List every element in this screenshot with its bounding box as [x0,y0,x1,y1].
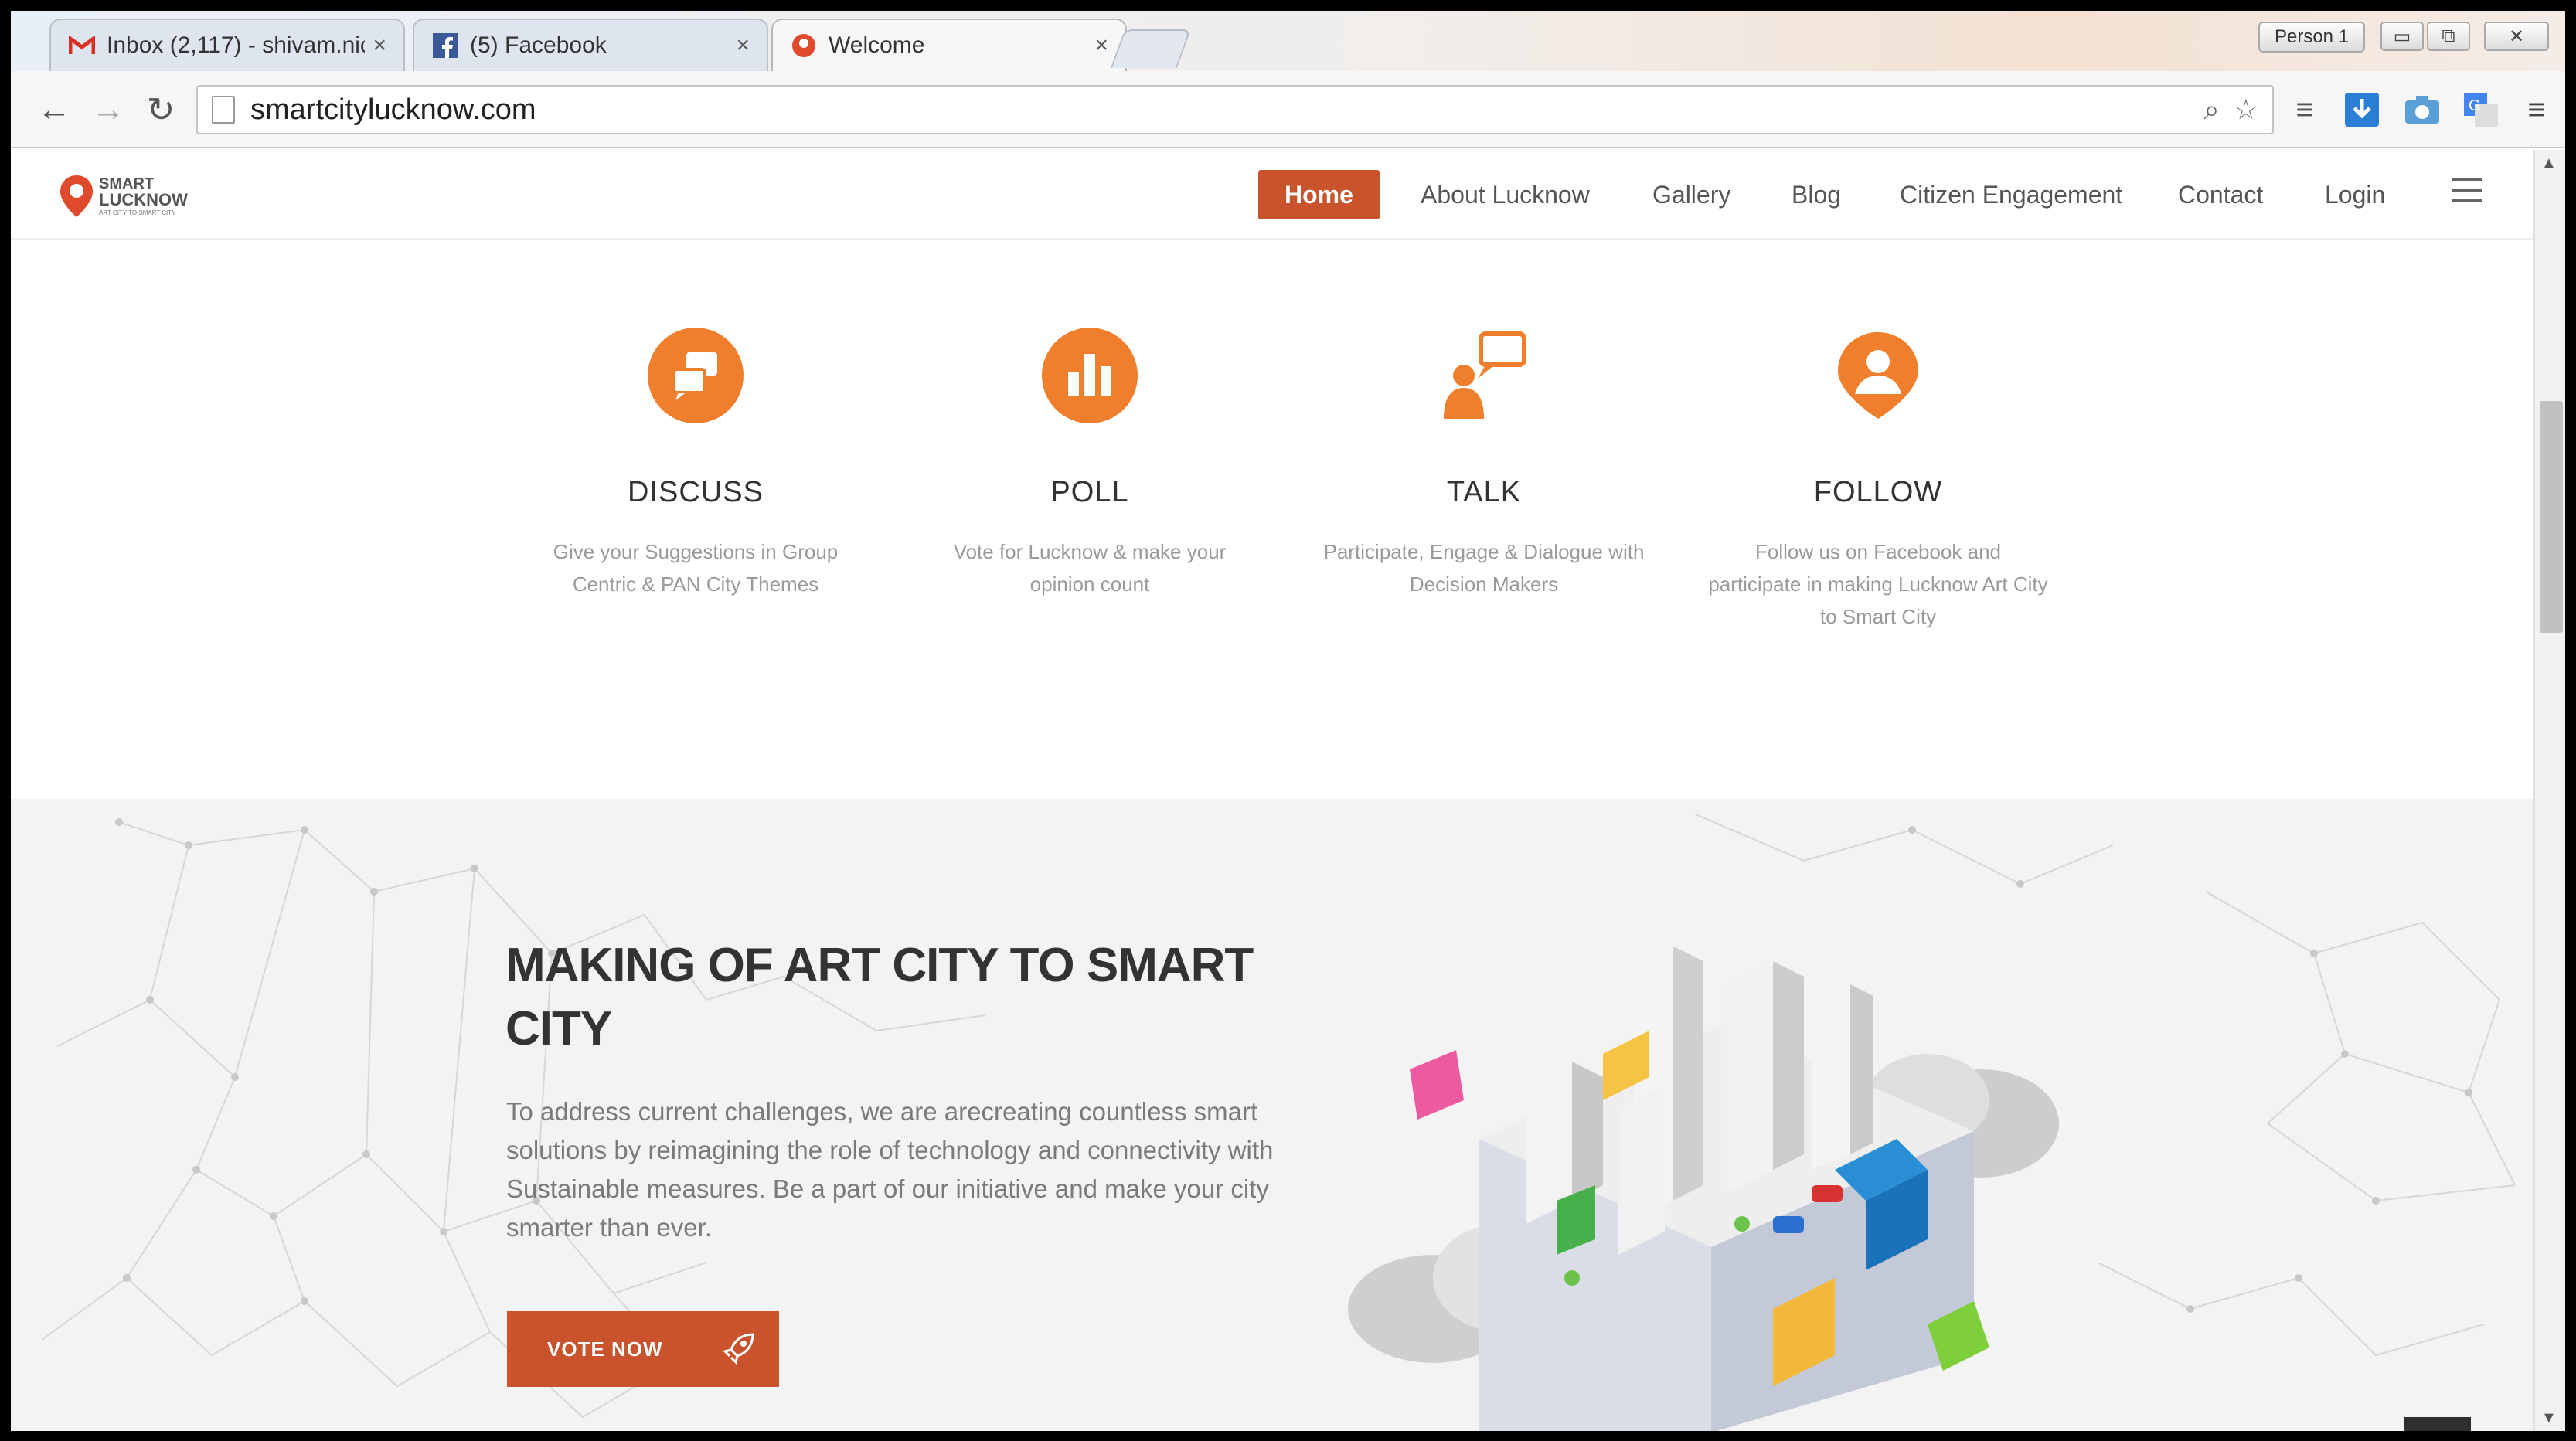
profile-button[interactable]: Person 1 [2258,22,2365,53]
vote-now-label: VOTE NOW [547,1337,663,1361]
logo-line2: LUCKNOW [99,190,188,209]
gmail-icon [68,32,96,59]
back-icon[interactable]: ← [31,87,77,133]
scroll-up-arrow-icon[interactable]: ▲ [2541,155,2557,172]
search-icon[interactable]: ⌕ [2204,93,2220,127]
talk-icon[interactable] [1436,328,1532,423]
tab-title: Welcome [829,32,925,58]
smart-city-illustration [1348,946,2059,1431]
feature-description: Participate, Engage & Dialogue with Deci… [1323,540,1645,596]
vote-now-button[interactable]: VOTE NOW [507,1311,779,1387]
camera-icon[interactable] [2401,88,2444,131]
hero-text: To address current challenges, we are ar… [506,1097,1274,1242]
feature-description: Follow us on Facebook and participate in… [1708,540,2048,628]
logo-tagline: ART CITY TO SMART CITY [99,209,176,216]
feature-discuss: DISCUSS Give your Suggestions in Group C… [526,328,866,600]
logo-line1: SMART [99,175,155,192]
scrollbar-thumb[interactable] [2540,401,2563,633]
address-bar[interactable]: smartcitylucknow.com ⌕ ☆ [196,85,2274,134]
nav-login[interactable]: Login [2299,170,2411,219]
page-scrollbar[interactable]: ▲ ▼ [2533,150,2565,1431]
tab-title: (5) Facebook [470,32,607,58]
nav-blog[interactable]: Blog [1765,170,1867,219]
menu-icon[interactable] [2452,178,2482,202]
feature-title: FOLLOW [1813,476,1943,508]
playlist-icon[interactable]: ≡ [2283,88,2326,131]
tab-title: Inbox (2,117) - shivam.nicl [107,32,366,58]
poll-icon[interactable] [1042,328,1138,423]
discuss-icon[interactable] [648,328,744,423]
logo-pin-icon [60,175,93,217]
tab-close-icon[interactable]: × [373,32,386,59]
minimize-icon[interactable]: ▭ [2380,22,2424,51]
browser-toolbar: ← → ↻ smartcitylucknow.com ⌕ ☆ ≡ G ≡ [11,71,2565,148]
facebook-icon [431,32,459,59]
site-favicon-icon [790,32,818,59]
tab-strip: Inbox (2,117) - shivam.nicl × (5) Facebo… [11,11,2565,71]
back-to-top-button[interactable]: ⌃ [2404,1417,2471,1431]
feature-title: TALK [1446,476,1522,508]
reload-icon[interactable]: ↻ [138,87,184,133]
feature-poll: POLL Vote for Lucknow & make your opinio… [920,328,1260,600]
nav-about-lucknow[interactable]: About Lucknow [1394,170,1616,219]
tab-facebook[interactable]: (5) Facebook × [413,19,768,71]
new-tab-button[interactable] [1110,29,1192,68]
tab-gmail[interactable]: Inbox (2,117) - shivam.nicl × [49,19,405,71]
rocket-icon [722,1331,756,1373]
feature-title: DISCUSS [628,476,764,508]
nav-home[interactable]: Home [1258,170,1380,219]
browser-window: Inbox (2,117) - shivam.nicl × (5) Facebo… [11,11,2565,1431]
page-viewport: SMART LUCKNOW ART CITY TO SMART CITY Hom… [11,150,2533,1431]
tab-welcome[interactable]: Welcome × [771,19,1127,71]
restore-icon[interactable]: ⧉ [2427,22,2470,51]
url-text: smartcitylucknow.com [250,93,536,126]
hero-heading: MAKING OF ART CITY TO SMART CITY [505,939,1254,1055]
nav-gallery[interactable]: Gallery [1626,170,1757,219]
chrome-menu-icon[interactable]: ≡ [2515,88,2558,131]
bookmark-star-icon[interactable]: ☆ [2234,93,2258,126]
tab-close-icon[interactable]: × [1094,32,1108,59]
scroll-down-arrow-icon[interactable]: ▼ [2541,1409,2557,1427]
site-logo[interactable]: SMART LUCKNOW ART CITY TO SMART CITY [59,165,190,227]
tab-close-icon[interactable]: × [736,32,750,59]
feature-follow: FOLLOW Follow us on Facebook and partici… [1708,328,2048,633]
feature-description: Give your Suggestions in Group Centric &… [553,540,839,596]
svg-text:G: G [2469,97,2481,114]
nav-contact[interactable]: Contact [2152,170,2289,219]
page-icon [212,96,235,124]
download-icon[interactable] [2340,88,2384,131]
site-header: SMART LUCKNOW ART CITY TO SMART CITY Hom… [11,150,2533,240]
nav-citizen-engagement[interactable]: Citizen Engagement [1873,170,2149,219]
hero-section: MAKING OF ART CITY TO SMART CITY To addr… [11,799,2533,1431]
close-icon[interactable]: ✕ [2484,22,2549,51]
feature-talk: TALK Participate, Engage & Dialogue with… [1314,328,1654,600]
forward-icon[interactable]: → [85,87,131,133]
follow-icon[interactable] [1830,328,1926,423]
translate-icon[interactable]: G [2459,88,2503,131]
feature-description: Vote for Lucknow & make your opinion cou… [953,540,1227,596]
feature-title: POLL [1050,476,1129,508]
